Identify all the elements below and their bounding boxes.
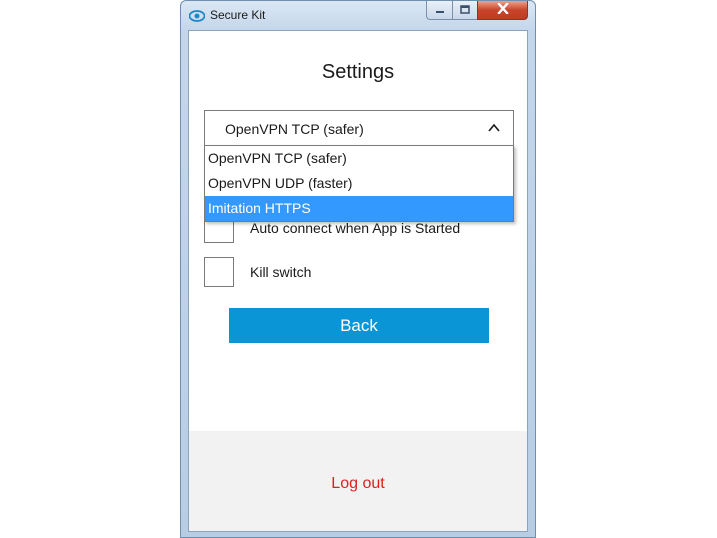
minimize-button[interactable]	[426, 1, 453, 20]
protocol-select[interactable]: OpenVPN TCP (safer)	[204, 110, 514, 146]
close-button[interactable]	[477, 1, 528, 20]
close-icon	[496, 1, 509, 19]
protocol-option-tcp[interactable]: OpenVPN TCP (safer)	[205, 146, 513, 171]
window-title: Secure Kit	[210, 8, 266, 22]
client-area: Settings OpenVPN TCP (safer) OpenVPN TCP…	[188, 30, 528, 532]
page-title: Settings	[321, 61, 395, 83]
app-window: Secure Kit Settings OpenVPN TCP (safer)	[180, 0, 536, 538]
maximize-button[interactable]	[452, 1, 478, 20]
title-bar[interactable]: Secure Kit	[181, 1, 535, 30]
kill-switch-checkbox[interactable]	[204, 257, 234, 287]
kill-switch-label: Kill switch	[250, 264, 312, 280]
auto-connect-label: Auto connect when App is Started	[250, 220, 461, 236]
footer: Log out	[189, 431, 527, 531]
back-button[interactable]: Back	[229, 308, 489, 343]
chevron-up-icon	[487, 121, 501, 135]
protocol-option-udp[interactable]: OpenVPN UDP (faster)	[205, 171, 513, 196]
protocol-dropdown-list: OpenVPN TCP (safer) OpenVPN UDP (faster)…	[204, 145, 514, 222]
protocol-select-value: OpenVPN TCP (safer)	[225, 121, 364, 137]
logout-link[interactable]: Log out	[189, 475, 527, 493]
minimize-icon	[435, 1, 445, 19]
maximize-icon	[460, 1, 470, 19]
eye-icon	[188, 8, 206, 24]
protocol-option-https[interactable]: Imitation HTTPS	[205, 196, 513, 221]
